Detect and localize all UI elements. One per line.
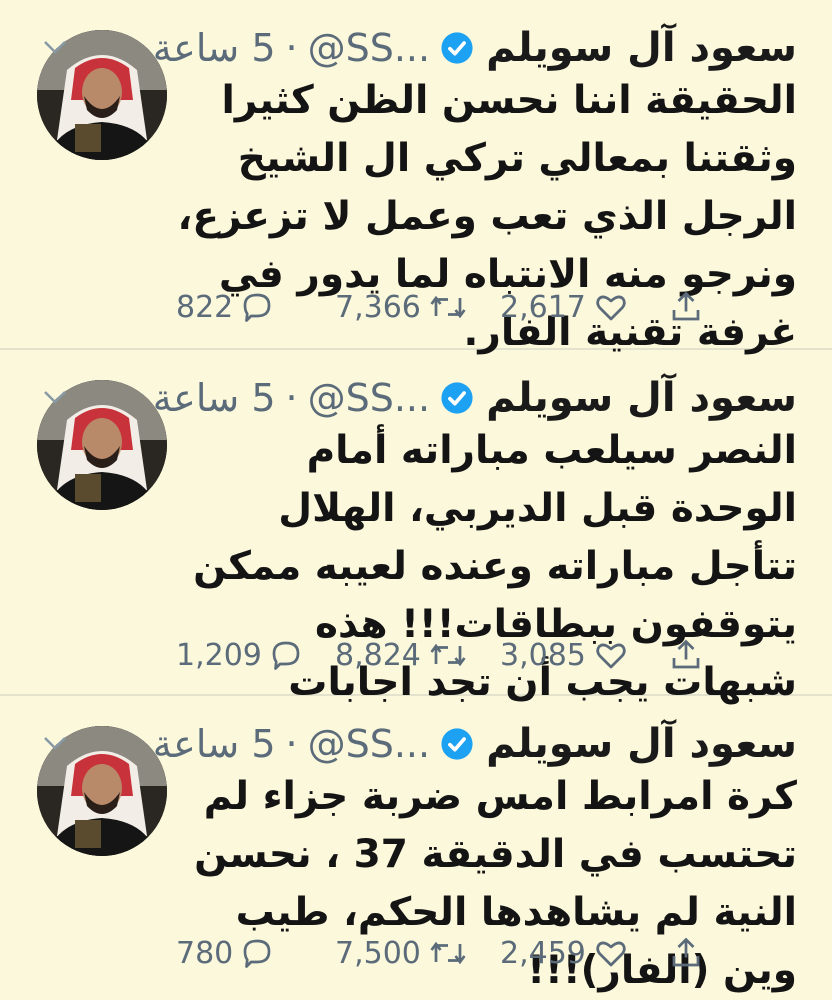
share-icon bbox=[668, 289, 704, 325]
tweet-actions: 1,209 8,824 3,085 bbox=[0, 630, 832, 680]
author-name[interactable]: سعود آل سويلم bbox=[486, 375, 797, 421]
tweet[interactable]: سعود آل سويلم @SS... · 5 ساعة الحقيقة ان… bbox=[0, 0, 832, 355]
timeline: سعود آل سويلم @SS... · 5 ساعة الحقيقة ان… bbox=[0, 0, 832, 1000]
reply-icon bbox=[239, 289, 275, 325]
separator-dot: · bbox=[285, 376, 298, 420]
retweet-button[interactable]: 7,366 bbox=[335, 282, 469, 332]
tweet[interactable]: سعود آل سويلم @SS... · 5 ساعة النصر سيلع… bbox=[0, 350, 832, 705]
retweet-icon bbox=[427, 637, 469, 673]
reply-button[interactable]: 1,209 bbox=[176, 630, 304, 680]
share-icon bbox=[668, 935, 704, 971]
reply-count: 780 bbox=[176, 935, 234, 971]
like-count: 2,617 bbox=[500, 289, 586, 325]
retweet-count: 7,366 bbox=[335, 289, 421, 325]
retweet-icon bbox=[427, 289, 469, 325]
like-count: 2,459 bbox=[500, 935, 586, 971]
share-button[interactable] bbox=[668, 928, 704, 978]
like-button[interactable]: 3,085 bbox=[500, 630, 630, 680]
like-count: 3,085 bbox=[500, 637, 586, 673]
retweet-button[interactable]: 8,824 bbox=[335, 630, 469, 680]
reply-icon bbox=[239, 935, 275, 971]
reply-count: 822 bbox=[176, 289, 234, 325]
verified-badge-icon bbox=[440, 381, 474, 415]
share-button[interactable] bbox=[668, 630, 704, 680]
retweet-count: 7,500 bbox=[335, 935, 421, 971]
retweet-count: 8,824 bbox=[335, 637, 421, 673]
tweet-time[interactable]: 5 ساعة bbox=[153, 26, 276, 70]
tweet[interactable]: سعود آل سويلم @SS... · 5 ساعة كرة امرابط… bbox=[0, 696, 832, 1000]
author-handle[interactable]: @SS... bbox=[308, 376, 430, 420]
separator-dot: · bbox=[285, 26, 298, 70]
verified-badge-icon bbox=[440, 31, 474, 65]
tweet-time[interactable]: 5 ساعة bbox=[153, 722, 276, 766]
retweet-button[interactable]: 7,500 bbox=[335, 928, 469, 978]
share-button[interactable] bbox=[668, 282, 704, 332]
tweet-header: سعود آل سويلم @SS... · 5 ساعة bbox=[40, 18, 797, 78]
like-button[interactable]: 2,459 bbox=[500, 928, 630, 978]
reply-icon bbox=[268, 637, 304, 673]
chevron-down-icon[interactable] bbox=[40, 728, 70, 758]
verified-badge-icon bbox=[440, 727, 474, 761]
tweet-time[interactable]: 5 ساعة bbox=[153, 376, 276, 420]
author-name[interactable]: سعود آل سويلم bbox=[486, 721, 797, 767]
heart-icon bbox=[592, 289, 630, 325]
author-handle[interactable]: @SS... bbox=[308, 26, 430, 70]
heart-icon bbox=[592, 637, 630, 673]
like-button[interactable]: 2,617 bbox=[500, 282, 630, 332]
reply-button[interactable]: 822 bbox=[176, 282, 275, 332]
heart-icon bbox=[592, 935, 630, 971]
tweet-actions: 780 7,500 2,459 bbox=[0, 928, 832, 978]
separator-dot: · bbox=[285, 722, 298, 766]
tweet-actions: 822 7,366 2,617 bbox=[0, 282, 832, 332]
chevron-down-icon[interactable] bbox=[40, 382, 70, 412]
chevron-down-icon[interactable] bbox=[40, 32, 70, 62]
tweet-header: سعود آل سويلم @SS... · 5 ساعة bbox=[40, 368, 797, 428]
author-name[interactable]: سعود آل سويلم bbox=[486, 25, 797, 71]
author-handle[interactable]: @SS... bbox=[308, 722, 430, 766]
tweet-header: سعود آل سويلم @SS... · 5 ساعة bbox=[40, 714, 797, 774]
reply-button[interactable]: 780 bbox=[176, 928, 275, 978]
retweet-icon bbox=[427, 935, 469, 971]
share-icon bbox=[668, 637, 704, 673]
reply-count: 1,209 bbox=[176, 637, 262, 673]
